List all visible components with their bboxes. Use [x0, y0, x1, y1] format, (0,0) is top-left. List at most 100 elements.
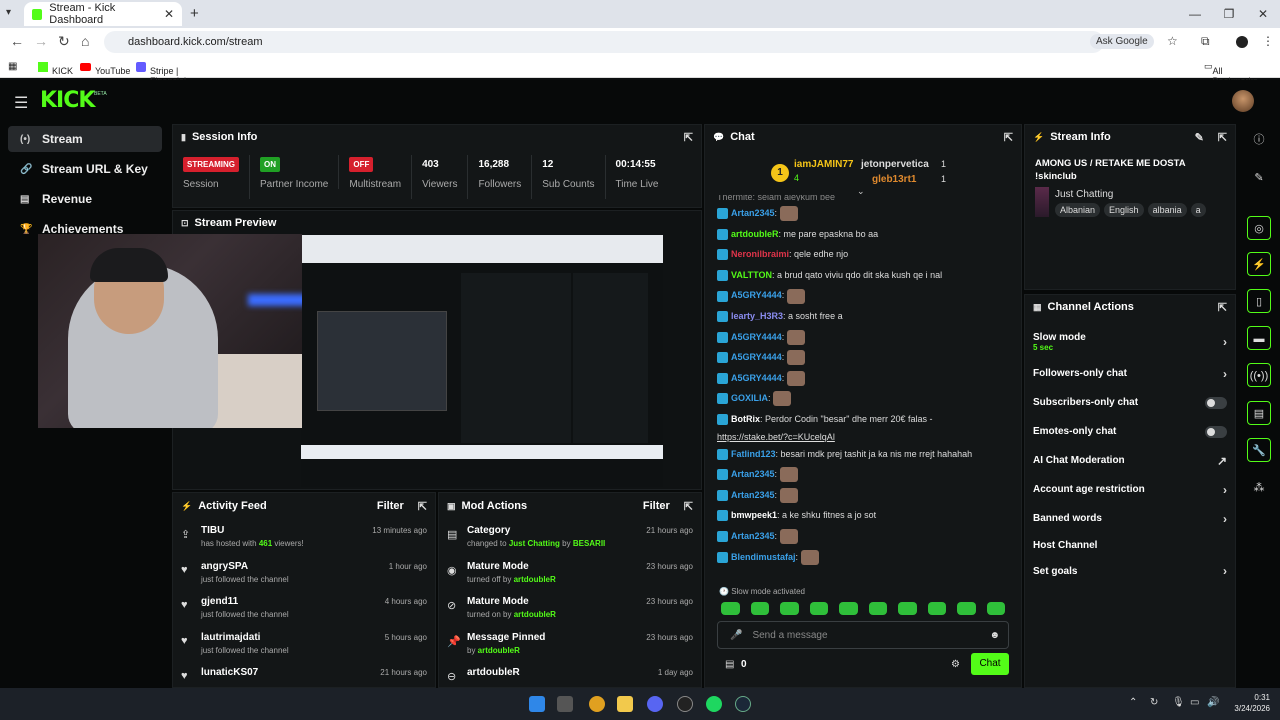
chat-username[interactable]: A5GRY4444 [731, 373, 782, 383]
emote-icon[interactable] [839, 602, 858, 615]
feed-highlight[interactable]: Just Chatting [509, 539, 560, 548]
star-icon[interactable]: ☆ [1167, 34, 1178, 48]
feed-row[interactable]: ♥ angrySPA just followed the channel 1 hour… [173, 555, 435, 591]
chat-input[interactable]: 🎤 Send a message ☻ [717, 621, 1009, 649]
feed-highlight[interactable]: BESARII [573, 539, 605, 548]
chat-message[interactable]: A5GRY4444: [705, 285, 1021, 306]
edit-icon[interactable]: ✎ [1195, 131, 1204, 144]
tag-chip[interactable]: Albanian [1055, 203, 1101, 217]
external-link-icon[interactable]: ↗ [1217, 454, 1227, 468]
emote-icon[interactable] [986, 602, 1005, 615]
info-icon[interactable]: ⓘ [1247, 128, 1271, 152]
expand-icon[interactable]: ⇱ [1004, 131, 1013, 144]
home-icon[interactable]: ⌂ [81, 33, 89, 49]
gifter-name[interactable]: jetonpervetica [861, 159, 929, 170]
tray-chevron-icon[interactable]: ⌃ [1129, 697, 1137, 708]
expand-icon[interactable]: ⇱ [1218, 131, 1227, 144]
kick-logo[interactable]: KICK [40, 88, 95, 113]
chrome-icon[interactable] [589, 696, 605, 712]
chat-message[interactable]: Neronilbraimi: qele edhe njo [705, 244, 1021, 265]
channel-action-slow-mode[interactable]: Slow mode 5 sec › [1025, 325, 1235, 359]
collapse-icon[interactable]: ⌄ [857, 186, 865, 197]
chat-message[interactable]: learty_H3R3: a sosht free a [705, 306, 1021, 327]
extensions-icon[interactable]: ⧉ [1201, 34, 1210, 49]
tray-mic-icon[interactable]: 🎙 [1172, 697, 1185, 708]
emote-icon[interactable] [898, 602, 917, 615]
steam-icon[interactable] [735, 696, 751, 712]
sidebar-item-stream-url-key[interactable]: 🔗 Stream URL & Key [8, 156, 162, 182]
channel-action-host-channel[interactable]: Host Channel [1025, 533, 1235, 558]
chat-message[interactable]: bmwpeek1: a ke shku fitnes a jo sot [705, 505, 1021, 526]
activity-filter-button[interactable]: Filter [377, 500, 404, 512]
chat-settings-icon[interactable]: ⚙ [951, 659, 960, 670]
ask-google-button[interactable]: Ask Google [1090, 34, 1154, 49]
chat-message[interactable]: Artan2345: [705, 464, 1021, 485]
chat-username[interactable]: GOXILIA [731, 393, 768, 403]
chat-username[interactable]: Artan2345 [731, 208, 775, 218]
bookmark-youtube[interactable]: YouTube [80, 61, 130, 76]
chat-username[interactable]: Blendimustafaj [731, 552, 796, 562]
chat-username[interactable]: A5GRY4444 [731, 352, 782, 362]
profile-icon[interactable] [1236, 36, 1248, 48]
tray-network-icon[interactable]: ▭ [1190, 697, 1199, 708]
channel-action-account-age-restriction[interactable]: Account age restriction › [1025, 475, 1235, 504]
tab-list-icon[interactable]: ▾ [6, 7, 11, 18]
top-gifter-name[interactable]: iamJAMIN77 [794, 159, 853, 170]
url-field[interactable]: dashboard.kick.com/stream [104, 31, 1104, 53]
chat-username[interactable]: artdoubleR [731, 229, 779, 239]
obs-icon[interactable] [677, 696, 693, 712]
emote-icon[interactable] [809, 602, 828, 615]
feed-row[interactable]: ⇪ TIBU has hosted with 461 viewers! 13 minu… [173, 519, 435, 555]
channel-action-emotes-only-chat[interactable]: Emotes-only chat [1025, 417, 1235, 446]
chat-send-button[interactable]: Chat [971, 653, 1009, 675]
channel-action-ai-chat-moderation[interactable]: AI Chat Moderation ↗ [1025, 446, 1235, 475]
start-menu-icon[interactable] [529, 696, 545, 712]
apps-grid-icon[interactable]: ▦ [8, 61, 17, 72]
chevron-right-icon[interactable]: › [1223, 564, 1227, 578]
mod-filter-button[interactable]: Filter [643, 500, 670, 512]
new-tab-icon[interactable]: + [190, 5, 199, 22]
chat-message[interactable]: Artan2345: [705, 526, 1021, 547]
chat-username[interactable]: learty_H3R3 [731, 311, 783, 321]
chat-username[interactable]: Fatlind123 [731, 449, 776, 459]
hamburger-menu-icon[interactable]: ☰ [14, 93, 28, 113]
kicks-icon[interactable]: ▤ [725, 659, 734, 670]
tray-volume-icon[interactable]: 🔊 [1207, 697, 1219, 708]
chat-message[interactable]: VALTTON: a brud qato viviu qdo dit ska k… [705, 265, 1021, 286]
stream-preview-video[interactable] [301, 235, 663, 487]
chevron-right-icon[interactable]: › [1223, 512, 1227, 526]
feed-row[interactable]: ♥ gjend11 just followed the channel 4 hours… [173, 590, 435, 626]
chat-message[interactable]: A5GRY4444: [705, 347, 1021, 368]
chevron-right-icon[interactable]: › [1223, 367, 1227, 381]
browser-tab[interactable]: Stream - Kick Dashboard ✕ [24, 2, 182, 26]
tray-sync-icon[interactable]: ↻ [1150, 697, 1158, 708]
chat-message[interactable]: GOXILIA: [705, 388, 1021, 409]
chat-username[interactable]: Artan2345 [731, 469, 775, 479]
emote-icon[interactable] [750, 602, 769, 615]
expand-icon[interactable]: ⇱ [1218, 301, 1227, 314]
wrench-icon[interactable]: 🔧 [1247, 438, 1271, 462]
close-window-icon[interactable]: ✕ [1246, 0, 1280, 28]
expand-icon[interactable]: ⇱ [418, 500, 427, 513]
camera-icon[interactable]: ◎ [1247, 216, 1271, 240]
chat-message[interactable]: artdoubleR: me pare epaskna bo aa [705, 224, 1021, 245]
feed-row[interactable]: ♥ lautrimajdati just followed the channel 5… [173, 626, 435, 662]
expand-icon[interactable]: ⇱ [684, 500, 693, 513]
emote-icon[interactable] [780, 602, 799, 615]
back-icon[interactable]: ← [10, 33, 24, 49]
plugins-icon[interactable]: ⁂ [1247, 476, 1271, 500]
bookmark-stripe[interactable]: Stripe | Financial Infr... [136, 61, 186, 96]
chat-message[interactable]: https://stake.bet/?c=KUcelqAl [705, 430, 1021, 444]
chat-message[interactable]: A5GRY4444: [705, 368, 1021, 389]
toggle-switch[interactable] [1205, 396, 1227, 409]
chat-message[interactable]: Fatlind123: besari mdk prej tashit ja ka… [705, 444, 1021, 465]
chat-username[interactable]: Artan2345 [731, 531, 775, 541]
taskbar-clock[interactable]: 0:31 3/24/2026 [1226, 692, 1270, 714]
feed-highlight[interactable]: artdoubleR [478, 646, 520, 655]
minimize-icon[interactable]: — [1178, 0, 1212, 28]
feed-highlight[interactable]: artdoubleR [514, 610, 556, 619]
tag-chip[interactable]: albania [1147, 203, 1187, 217]
mic-icon[interactable]: 🎤 [730, 630, 742, 641]
feed-highlight[interactable]: artdoubleR [514, 575, 556, 584]
chat-bubble-icon[interactable]: ▬ [1247, 326, 1271, 350]
